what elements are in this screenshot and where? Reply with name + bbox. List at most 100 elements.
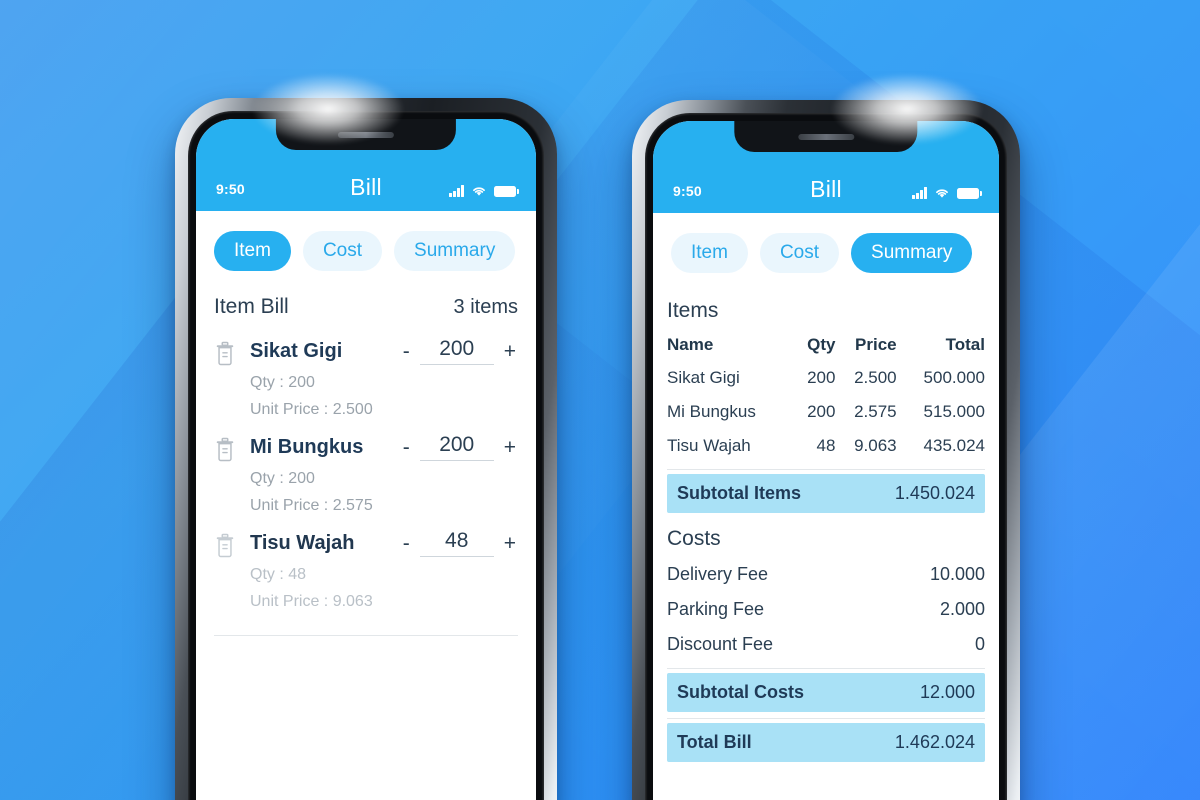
screen-left: 9:50 Bill Item Cost Summary Item Bill 3 …: [196, 119, 536, 800]
battery-full-icon: [494, 186, 519, 197]
item-unit-price-label: Unit Price : 2.575: [250, 497, 373, 514]
cell-qty: 200: [807, 368, 836, 387]
items-table-body: Sikat Gigi 200 2.500 500.000 Mi Bungkus …: [667, 361, 985, 463]
item-details: Tisu Wajah - 48 + Qty : 48 Unit Price : …: [250, 529, 518, 611]
status-icons: [912, 187, 982, 199]
tab-bar-right: Item Cost Summary: [653, 213, 999, 281]
item-name-row: Sikat Gigi - 200 +: [250, 337, 518, 365]
tab-bar-left: Item Cost Summary: [196, 211, 536, 279]
qty-input[interactable]: 200: [419, 433, 494, 461]
phone-inner-frame: 9:50 Bill Item Cost Su: [645, 113, 1007, 800]
cost-value: 0: [974, 634, 985, 654]
cell-qty: 200: [807, 402, 836, 421]
cost-row: Delivery Fee 10.000: [667, 557, 985, 592]
phone-inner-frame: 9:50 Bill Item Cost Su: [188, 111, 544, 800]
item-name: Tisu Wajah: [250, 531, 355, 554]
costs-section-title: Costs: [667, 527, 721, 550]
item-row: Sikat Gigi - 200 + Qty : 200 Unit Price …: [214, 323, 518, 419]
cell-total: 500.000: [923, 368, 985, 387]
increment-button[interactable]: +: [502, 341, 518, 362]
col-name: Name: [667, 335, 714, 354]
trash-icon[interactable]: [214, 437, 236, 463]
trash-icon[interactable]: [214, 341, 236, 367]
qty-input[interactable]: 200: [419, 337, 494, 365]
increment-button[interactable]: +: [502, 533, 518, 554]
qty-stepper: - 200 +: [401, 337, 518, 365]
item-list-header: Item Bill 3 items: [214, 287, 518, 323]
item-qty-label: Qty : 200: [250, 374, 315, 391]
item-name-row: Tisu Wajah - 48 +: [250, 529, 518, 557]
item-details: Sikat Gigi - 200 + Qty : 200 Unit Price …: [250, 337, 518, 419]
item-qty-label: Qty : 200: [250, 470, 315, 487]
cost-label: Discount Fee: [667, 634, 774, 654]
items-table: Name Qty Price Total Sikat Gigi 200 2.50…: [667, 329, 985, 463]
items-divider: [667, 469, 985, 470]
item-unit-price-label: Unit Price : 2.500: [250, 401, 373, 418]
cost-label: Parking Fee: [667, 599, 765, 619]
cell-name: Sikat Gigi: [667, 368, 740, 387]
cell-price: 9.063: [854, 436, 897, 455]
item-name: Mi Bungkus: [250, 435, 364, 458]
cost-row: Parking Fee 2.000: [667, 592, 985, 627]
tab-cost[interactable]: Cost: [302, 231, 383, 271]
earpiece-speaker: [798, 133, 854, 140]
increment-button[interactable]: +: [502, 437, 518, 458]
qty-stepper: - 200 +: [401, 433, 518, 461]
item-name-row: Mi Bungkus - 200 +: [250, 433, 518, 461]
tab-item[interactable]: Item: [671, 233, 748, 273]
tab-item[interactable]: Item: [214, 231, 291, 271]
status-time: 9:50: [216, 181, 245, 197]
subtotal-items-bar: Subtotal Items 1.450.024: [667, 474, 985, 513]
notch: [275, 119, 457, 150]
cost-value: 10.000: [929, 564, 985, 584]
table-row: Mi Bungkus 200 2.575 515.000: [667, 395, 985, 429]
signal-bars-icon: [449, 185, 464, 197]
items-table-head: Name Qty Price Total: [667, 329, 985, 361]
cell-qty: 48: [816, 436, 836, 455]
decrement-button[interactable]: -: [401, 341, 412, 362]
item-details: Mi Bungkus - 200 + Qty : 200 Unit Price …: [250, 433, 518, 515]
status-time: 9:50: [673, 183, 702, 199]
qty-input[interactable]: 48: [419, 529, 494, 557]
cost-row: Discount Fee 0: [667, 627, 985, 662]
item-count-label: 3 items: [453, 296, 518, 318]
cell-name: Tisu Wajah: [667, 436, 751, 455]
cost-value: 2.000: [939, 599, 985, 619]
items-section-title: Items: [667, 299, 719, 322]
table-row: Sikat Gigi 200 2.500 500.000: [667, 361, 985, 395]
tab-summary[interactable]: Summary: [851, 233, 973, 273]
cell-price: 2.500: [854, 368, 897, 387]
cell-price: 2.575: [854, 402, 897, 421]
item-qty-label: Qty : 48: [250, 566, 307, 583]
decrement-button[interactable]: -: [401, 437, 412, 458]
col-price: Price: [855, 335, 897, 354]
wifi-icon: [936, 189, 948, 198]
table-header-row: Name Qty Price Total: [667, 329, 985, 361]
earpiece-speaker: [338, 131, 394, 138]
item-row: Mi Bungkus - 200 + Qty : 200 Unit Price …: [214, 419, 518, 515]
item-name: Sikat Gigi: [250, 339, 343, 362]
screen-right: 9:50 Bill Item Cost Summary Items Name Q…: [653, 121, 999, 800]
battery-full-icon: [957, 188, 982, 199]
cell-total: 515.000: [923, 402, 985, 421]
tab-summary[interactable]: Summary: [394, 231, 516, 271]
total-bill-label: Total Bill: [677, 732, 752, 752]
notch: [734, 121, 918, 152]
cell-total: 435.024: [923, 436, 985, 455]
tab-cost[interactable]: Cost: [759, 233, 840, 273]
subtotal-items-value: 1.450.024: [894, 483, 975, 503]
status-bar: 9:50 Bill: [653, 121, 999, 213]
col-total: Total: [945, 335, 985, 354]
phone-mockup-left: 9:50 Bill Item Cost Summary Item Bill 3 …: [175, 74, 557, 800]
item-list-panel: Item Bill 3 items Sikat Gigi - 200 + Qty…: [196, 279, 536, 636]
subtotal-items-label: Subtotal Items: [677, 483, 802, 503]
decrement-button[interactable]: -: [401, 533, 412, 554]
total-bill-value: 1.462.024: [894, 732, 975, 752]
trash-icon[interactable]: [214, 533, 236, 559]
item-row: Tisu Wajah - 48 + Qty : 48 Unit Price : …: [214, 515, 518, 611]
qty-stepper: - 48 +: [401, 529, 518, 557]
status-icons: [449, 185, 519, 197]
scene-background: 9:50 Bill Item Cost Summary Item Bill 3 …: [0, 0, 1200, 800]
summary-panel: Items Name Qty Price Total Sikat Gigi 20…: [653, 281, 999, 762]
cost-label: Delivery Fee: [667, 564, 769, 584]
